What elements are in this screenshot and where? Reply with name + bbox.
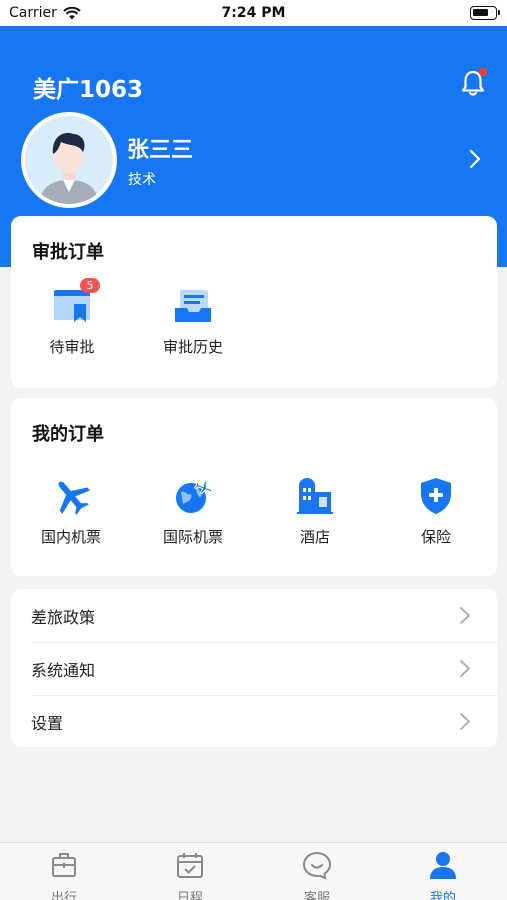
approval-history-icon	[175, 290, 211, 322]
tab-my[interactable]: 我的	[380, 843, 506, 900]
approval-history-button[interactable]: 审批历史	[138, 284, 248, 357]
calendar-icon	[177, 853, 203, 878]
status-time: 7:24 PM	[221, 5, 286, 21]
travel-icon	[52, 853, 76, 877]
my-orders-title: 我的订单	[32, 424, 104, 445]
settings-label: 设置	[31, 713, 64, 733]
domestic-flight-icon	[58, 481, 90, 515]
international-flight-label: 国际机票	[162, 528, 223, 546]
system-notice-row[interactable]: 系统通知	[11, 642, 497, 695]
my-orders-card: 我的订单 国内机票 国际机票 酒店 保险	[11, 398, 497, 576]
travel-policy-row[interactable]: 差旅政策	[11, 589, 497, 642]
system-notice-label: 系统通知	[31, 660, 96, 680]
approval-history-label: 审批历史	[162, 338, 223, 356]
international-flight-icon	[176, 480, 213, 513]
notification-bell-icon[interactable]	[458, 68, 488, 98]
app-title: 美广1063	[33, 77, 144, 103]
status-bar: Carrier 7:24 PM	[0, 0, 507, 26]
settings-row[interactable]: 设置	[11, 695, 497, 748]
tab-travel-label: 出行	[50, 891, 77, 900]
domestic-flight-label: 国内机票	[40, 528, 101, 546]
tab-customer-service[interactable]: 客服	[254, 843, 380, 900]
insurance-icon	[421, 478, 451, 514]
chevron-right-icon	[460, 607, 470, 624]
chevron-right-icon[interactable]	[467, 148, 483, 170]
hotel-button[interactable]: 酒店	[260, 474, 370, 547]
avatar[interactable]	[21, 112, 117, 208]
tab-customer-service-label: 客服	[303, 891, 330, 900]
customer-service-icon	[302, 851, 332, 880]
domestic-flight-button[interactable]: 国内机票	[16, 474, 126, 547]
profile-icon	[430, 852, 456, 879]
tab-schedule[interactable]: 日程	[127, 843, 253, 900]
approval-orders-title: 审批订单	[32, 242, 104, 263]
tab-bar: 出行 日程 客服 我的	[0, 842, 507, 900]
chevron-right-icon	[460, 713, 470, 730]
tab-schedule-label: 日程	[176, 891, 203, 900]
pending-approval-button[interactable]: 5 待审批	[17, 278, 127, 357]
battery-icon	[470, 6, 500, 20]
user-name[interactable]: 张三三	[127, 132, 193, 164]
hotel-icon	[297, 478, 333, 514]
settings-menu-card: 差旅政策 系统通知 设置	[11, 589, 497, 747]
travel-policy-label: 差旅政策	[31, 607, 96, 627]
pending-count-badge: 5	[80, 278, 100, 293]
tab-my-label: 我的	[429, 891, 456, 900]
hotel-label: 酒店	[299, 528, 330, 546]
chevron-right-icon	[460, 660, 470, 677]
pending-approval-label: 待审批	[49, 338, 95, 356]
approval-orders-card: 审批订单 5 待审批 审批历史	[11, 216, 497, 388]
notification-dot	[479, 68, 487, 76]
insurance-label: 保险	[420, 528, 451, 546]
international-flight-button[interactable]: 国际机票	[138, 474, 248, 547]
insurance-button[interactable]: 保险	[381, 474, 491, 547]
user-role: 技术	[128, 172, 156, 188]
tab-travel[interactable]: 出行	[1, 843, 127, 900]
